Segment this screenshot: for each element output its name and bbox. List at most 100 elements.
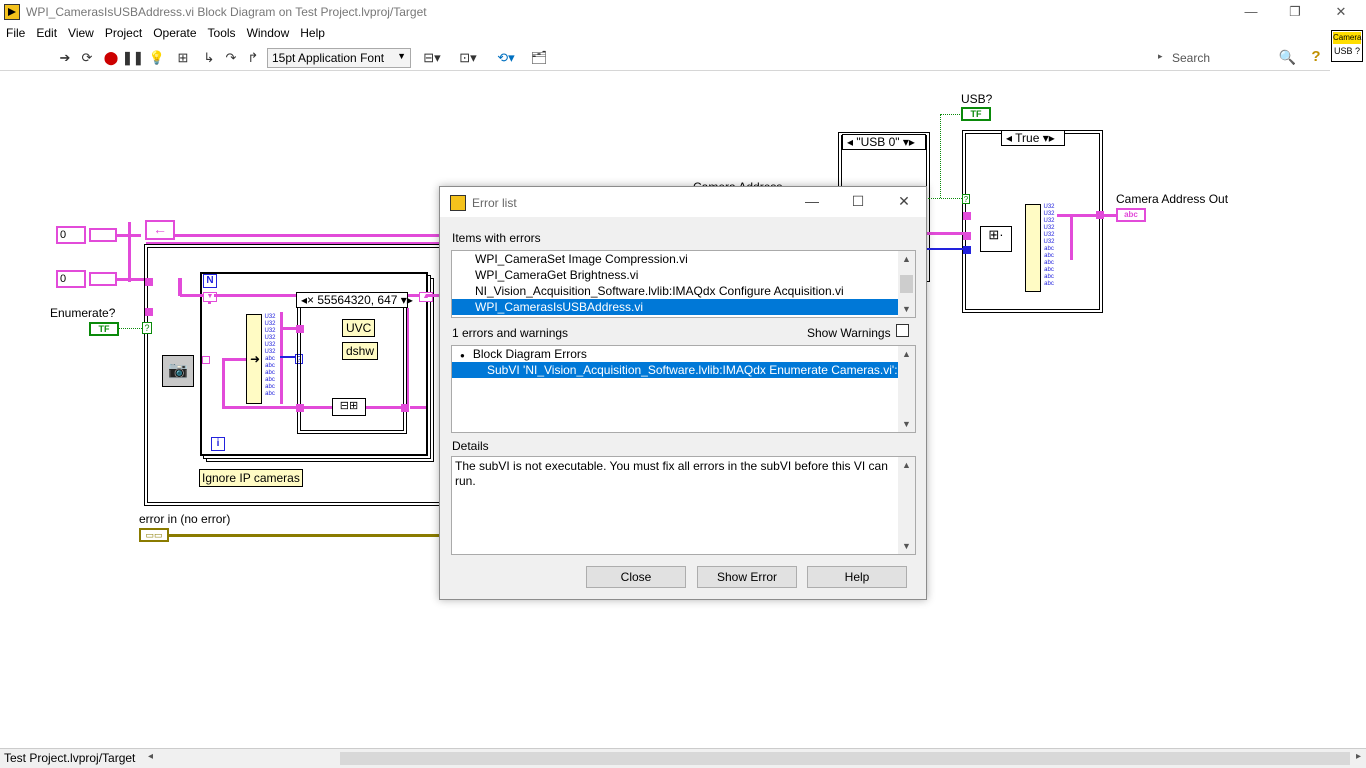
run-arrow-icon[interactable]: ➔ bbox=[56, 49, 74, 67]
distribute-objects-icon[interactable]: ⊡▾ bbox=[456, 49, 480, 67]
tunnel-terminal[interactable] bbox=[145, 278, 153, 286]
clean-up-diagram-icon[interactable]: 🗂 bbox=[528, 49, 550, 67]
enumerate-cameras-subvi-icon[interactable]: 📷 bbox=[162, 355, 194, 387]
menu-file[interactable]: File bbox=[0, 24, 30, 40]
tunnel-terminal[interactable] bbox=[963, 212, 971, 220]
reorder-icon[interactable]: ⟲▾ bbox=[494, 49, 518, 67]
menu-operate[interactable]: Operate bbox=[147, 24, 201, 40]
list-item[interactable]: NI_Vision_Acquisition_Software.lvlib:IMA… bbox=[452, 283, 915, 299]
camera-address-out-indicator[interactable]: abc bbox=[1116, 208, 1146, 222]
wire[interactable] bbox=[146, 234, 442, 237]
usb-bool-indicator[interactable]: TF bbox=[961, 107, 991, 121]
details-box[interactable]: The subVI is not executable. You must fi… bbox=[451, 456, 916, 555]
context-help-icon[interactable]: ? bbox=[1308, 49, 1324, 65]
step-out-icon[interactable]: ↱ bbox=[244, 49, 262, 67]
menu-window[interactable]: Window bbox=[241, 24, 295, 40]
pause-icon[interactable]: ❚❚ bbox=[122, 49, 144, 67]
scroll-down-icon[interactable]: ▼ bbox=[898, 538, 915, 554]
error-list-dialog[interactable]: Error list — ☐ ✕ Items with errors WPI_C… bbox=[439, 186, 927, 600]
close-window-button[interactable]: ✕ bbox=[1318, 0, 1364, 24]
tunnel-terminal[interactable] bbox=[202, 356, 210, 364]
menu-view[interactable]: View bbox=[62, 24, 99, 40]
step-into-icon[interactable]: ↳ bbox=[200, 49, 218, 67]
shift-register[interactable]: ← bbox=[145, 220, 175, 240]
tunnel-terminal[interactable] bbox=[296, 404, 304, 412]
wire[interactable] bbox=[410, 406, 426, 409]
scroll-left-icon[interactable]: ◂ bbox=[148, 751, 153, 762]
wire[interactable] bbox=[128, 222, 131, 282]
retain-wire-values-icon[interactable]: ⊞ bbox=[174, 49, 192, 67]
abort-icon[interactable]: ⬤ bbox=[102, 49, 120, 67]
errors-scrollbar[interactable]: ▲ ▼ bbox=[898, 346, 915, 432]
wire[interactable] bbox=[222, 358, 225, 408]
restore-button[interactable]: ❐ bbox=[1272, 0, 1318, 24]
numeric-constant[interactable]: 0 bbox=[56, 226, 86, 244]
tunnel-terminal[interactable] bbox=[1096, 211, 1104, 219]
numeric-control-terminal[interactable] bbox=[89, 228, 117, 242]
error-wire[interactable] bbox=[169, 534, 441, 537]
wire[interactable] bbox=[1104, 214, 1116, 217]
minimize-button[interactable]: — bbox=[1228, 0, 1274, 24]
menu-help[interactable]: Help bbox=[294, 24, 330, 40]
scroll-up-icon[interactable]: ▲ bbox=[898, 346, 915, 362]
scroll-down-icon[interactable]: ▼ bbox=[898, 301, 915, 317]
project-target-label[interactable]: Test Project.lvproj/Target bbox=[4, 751, 135, 765]
details-scrollbar[interactable]: ▲ ▼ bbox=[898, 457, 915, 554]
wire[interactable] bbox=[926, 232, 966, 235]
errors-list[interactable]: ● Block Diagram Errors SubVI 'NI_Vision_A… bbox=[451, 345, 916, 433]
font-select[interactable]: 15pt Application Font ▼ bbox=[267, 48, 411, 68]
menu-edit[interactable]: Edit bbox=[30, 24, 62, 40]
wire[interactable] bbox=[928, 198, 964, 199]
numeric-constant[interactable]: 0 bbox=[56, 270, 86, 288]
scroll-thumb[interactable] bbox=[900, 275, 913, 293]
wire[interactable] bbox=[926, 248, 966, 250]
vi-icon[interactable]: Camera USB ? bbox=[1331, 30, 1363, 62]
string-constant-uvc[interactable]: UVC bbox=[342, 319, 376, 337]
scroll-up-icon[interactable]: ▲ bbox=[898, 251, 915, 267]
wire[interactable] bbox=[426, 294, 440, 297]
build-array-node[interactable]: ⊟⊞ bbox=[332, 398, 366, 416]
scroll-down-icon[interactable]: ▼ bbox=[898, 416, 915, 432]
wire[interactable] bbox=[1070, 214, 1073, 260]
scroll-up-icon[interactable]: ▲ bbox=[898, 457, 915, 473]
usb-case-selector[interactable]: ◂ "USB 0" ▾▸ bbox=[842, 134, 926, 150]
error-in-control[interactable]: ▭▭ bbox=[139, 528, 169, 542]
show-error-button[interactable]: Show Error bbox=[697, 566, 797, 588]
selector-terminal[interactable]: ? bbox=[142, 322, 152, 334]
string-constant-dshw[interactable]: dshw bbox=[342, 342, 379, 360]
error-detail-row[interactable]: SubVI 'NI_Vision_Acquisition_Software.lv… bbox=[452, 362, 915, 378]
tunnel-terminal[interactable] bbox=[296, 325, 304, 333]
search-box[interactable]: ▸ Search 🔍 bbox=[1158, 49, 1304, 67]
for-loop-count-terminal[interactable]: N bbox=[203, 274, 217, 288]
search-input[interactable]: Search bbox=[1172, 51, 1210, 65]
true-case-selector[interactable]: ◂ True ▾▸ bbox=[1001, 130, 1065, 146]
scroll-right-icon[interactable]: ▸ bbox=[1356, 751, 1361, 762]
list-item[interactable]: WPI_CameraSet Image Compression.vi bbox=[452, 251, 915, 267]
align-objects-icon[interactable]: ⊟▾ bbox=[420, 49, 444, 67]
case-selector[interactable]: ◂× 55564320, 647 ▾▸ bbox=[296, 292, 413, 308]
wire[interactable] bbox=[280, 356, 296, 358]
case-selector-terminal[interactable]: ? bbox=[962, 194, 970, 204]
items-with-errors-list[interactable]: WPI_CameraSet Image Compression.vi WPI_C… bbox=[451, 250, 916, 318]
highlight-execution-icon[interactable]: 💡 bbox=[148, 49, 166, 67]
menu-project[interactable]: Project bbox=[99, 24, 147, 40]
tunnel-terminal[interactable] bbox=[401, 404, 409, 412]
show-warnings-checkbox[interactable] bbox=[896, 324, 909, 337]
enumerate-bool-control[interactable]: TF bbox=[89, 322, 119, 336]
wire[interactable] bbox=[118, 328, 142, 329]
menu-tools[interactable]: Tools bbox=[202, 24, 241, 40]
run-continuously-icon[interactable]: ⟳ bbox=[78, 49, 96, 67]
index-array-node[interactable]: ⊞· bbox=[980, 226, 1012, 252]
wire[interactable] bbox=[280, 312, 283, 404]
dialog-minimize-button[interactable]: — bbox=[802, 193, 822, 211]
wire[interactable] bbox=[940, 114, 941, 198]
search-icon[interactable]: 🔍 bbox=[1279, 49, 1296, 66]
list-item[interactable]: WPI_CameraGet Brightness.vi bbox=[452, 267, 915, 283]
horizontal-scrollbar[interactable] bbox=[340, 752, 1350, 765]
dialog-close-icon[interactable]: ✕ bbox=[894, 193, 914, 211]
close-button[interactable]: Close bbox=[586, 566, 686, 588]
tunnel-terminal[interactable] bbox=[145, 308, 153, 316]
wire[interactable] bbox=[940, 114, 962, 115]
list-scrollbar[interactable]: ▲ ▼ bbox=[898, 251, 915, 317]
list-item-selected[interactable]: WPI_CamerasIsUSBAddress.vi bbox=[452, 299, 915, 315]
